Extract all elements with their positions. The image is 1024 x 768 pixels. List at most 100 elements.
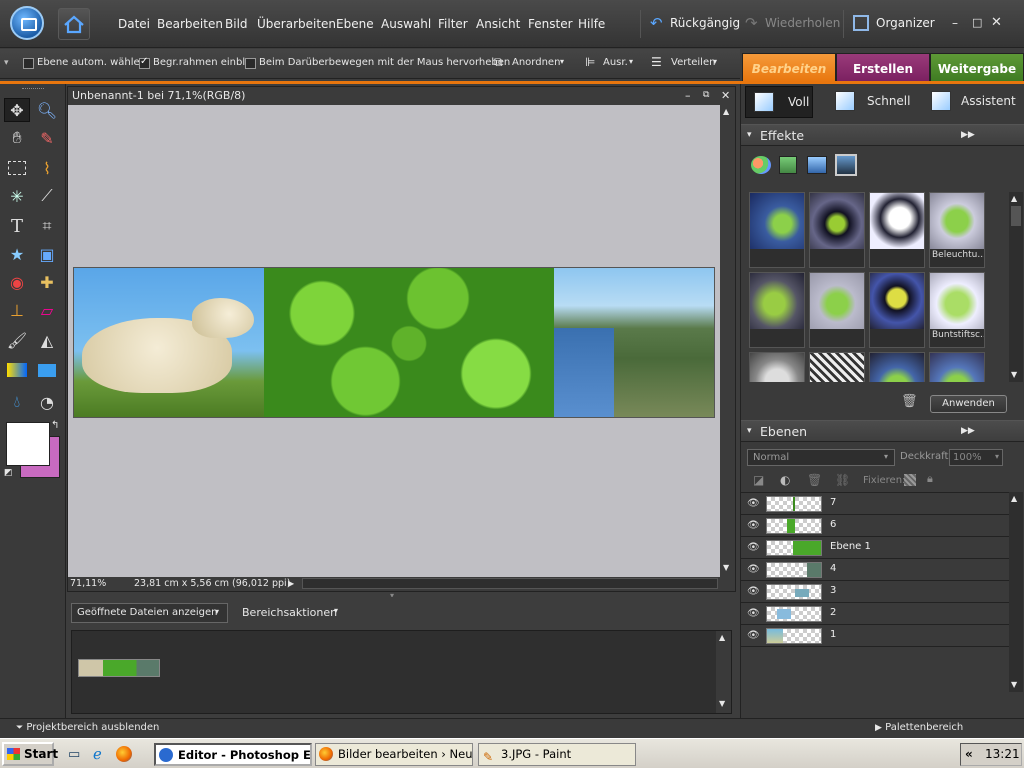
- canvas-area[interactable]: [68, 105, 720, 577]
- effect-thumb[interactable]: [929, 352, 985, 382]
- doc-minimize-button[interactable]: –: [685, 87, 691, 104]
- lock-all-icon[interactable]: 🔒︎: [927, 472, 933, 486]
- menu-bild[interactable]: Bild: [225, 17, 248, 31]
- crop-tool-icon[interactable]: ⌗: [34, 214, 60, 238]
- type-tool-icon[interactable]: T: [4, 214, 30, 238]
- align-dropdown[interactable]: ⊫ Ausr. ▾: [585, 55, 641, 73]
- statusbar-menu-arrow-icon[interactable]: ▶: [288, 577, 294, 590]
- layer-row[interactable]: 👁︎ 2: [741, 603, 1009, 625]
- guided-edit-button[interactable]: Assistent: [929, 86, 1021, 118]
- task-firefox-window[interactable]: Bilder bearbeiten › Neue...: [315, 743, 473, 766]
- internet-explorer-icon[interactable]: ℯ: [93, 745, 102, 763]
- eye-icon[interactable]: 👁︎: [747, 630, 760, 642]
- foreground-color-swatch[interactable]: [6, 422, 50, 466]
- quick-selection-tool-icon[interactable]: ⟋: [34, 184, 60, 208]
- eye-icon[interactable]: 👁︎: [747, 498, 760, 510]
- recompose-tool-icon[interactable]: ▣: [34, 242, 60, 266]
- effect-thumb[interactable]: [809, 352, 865, 382]
- task-paint-window[interactable]: ✎ 3.JPG - Paint: [478, 743, 636, 766]
- hover-highlight-checkbox[interactable]: [245, 58, 256, 69]
- healing-brush-tool-icon[interactable]: ✚: [34, 270, 60, 294]
- tab-bearbeiten[interactable]: Bearbeiten: [742, 53, 836, 83]
- eraser-tool-icon[interactable]: ▱: [34, 298, 60, 322]
- toggle-palette-bin-button[interactable]: ▶ Palettenbereich: [875, 722, 963, 733]
- layer-row[interactable]: 👁︎ 4: [741, 559, 1009, 581]
- shape-tool-icon[interactable]: [34, 358, 60, 382]
- home-button[interactable]: [58, 8, 90, 40]
- scroll-up-icon[interactable]: ▲: [723, 107, 729, 116]
- effect-thumb-beleuchtung[interactable]: Beleuchtu...: [929, 192, 985, 268]
- eye-icon[interactable]: 👁︎: [747, 542, 760, 554]
- arrange-dropdown[interactable]: ⧉ Anordnen ▾: [494, 55, 570, 73]
- panel-menu-icon[interactable]: ▶▶: [961, 125, 975, 146]
- canvas-horizontal-scrollbar[interactable]: [302, 578, 718, 589]
- brush-tool-icon[interactable]: 🖌︎: [4, 328, 30, 352]
- toolbox-grip[interactable]: [22, 88, 44, 90]
- layers-scrollbar[interactable]: ▲ ▼: [1009, 492, 1023, 692]
- link-layers-icon[interactable]: ⛓︎: [835, 473, 850, 487]
- scroll-up-icon[interactable]: ▲: [1011, 194, 1017, 203]
- zoom-tool-icon[interactable]: 🔍︎: [34, 98, 60, 122]
- layer-row[interactable]: 👁︎ 7: [741, 493, 1009, 515]
- all-effects-category-icon[interactable]: [835, 154, 857, 176]
- sponge-tool-icon[interactable]: ◔: [34, 390, 60, 414]
- scroll-down-icon[interactable]: ▼: [723, 563, 729, 572]
- effect-thumb[interactable]: [749, 272, 805, 348]
- eye-icon[interactable]: 👁︎: [747, 520, 760, 532]
- project-bin-thumbnail[interactable]: [78, 659, 160, 677]
- doc-restore-button[interactable]: ⧉: [703, 87, 709, 104]
- eye-icon[interactable]: 👁︎: [747, 564, 760, 576]
- zoom-level[interactable]: 71,11%: [70, 577, 106, 590]
- task-photoshop-editor[interactable]: Editor - Photoshop Ele...: [154, 743, 312, 766]
- move-tool-icon[interactable]: ✥: [4, 98, 30, 122]
- tab-erstellen[interactable]: Erstellen: [836, 53, 930, 83]
- layer-styles-category-icon[interactable]: [779, 156, 797, 174]
- expand-tray-icon[interactable]: «: [965, 744, 973, 765]
- layer-row[interactable]: 👁︎ Ebene 1: [741, 537, 1009, 559]
- minimize-button[interactable]: –: [952, 16, 958, 30]
- menu-ueberarbeiten[interactable]: Überarbeiten: [257, 17, 336, 31]
- effects-scrollbar[interactable]: ▲ ▼: [1009, 192, 1023, 382]
- blur-tool-icon[interactable]: 💧︎: [4, 390, 30, 414]
- clone-stamp-tool-icon[interactable]: ⊥: [4, 298, 30, 322]
- scroll-down-icon[interactable]: ▼: [1011, 370, 1017, 379]
- filters-category-icon[interactable]: [751, 156, 771, 174]
- show-desktop-icon[interactable]: ▭: [68, 747, 80, 762]
- default-colors-icon[interactable]: ◩: [4, 468, 13, 478]
- panel-menu-icon[interactable]: ▶▶: [961, 421, 975, 442]
- effect-thumb[interactable]: [809, 192, 865, 268]
- effect-thumb[interactable]: [749, 192, 805, 268]
- scroll-up-icon[interactable]: ▲: [719, 633, 725, 642]
- close-button[interactable]: ✕: [991, 15, 1002, 30]
- layer-row[interactable]: 👁︎ 6: [741, 515, 1009, 537]
- lock-transparency-icon[interactable]: [904, 474, 916, 486]
- full-edit-button[interactable]: Voll: [745, 86, 813, 118]
- marquee-tool-icon[interactable]: [4, 156, 30, 180]
- bounding-box-checkbox[interactable]: [139, 56, 150, 69]
- menu-auswahl[interactable]: Auswahl: [381, 17, 431, 31]
- magic-wand-tool-icon[interactable]: ✳: [4, 184, 30, 208]
- effects-panel-header[interactable]: ▾ Effekte ▶▶: [741, 124, 1024, 146]
- swap-colors-icon[interactable]: ↰: [51, 420, 59, 431]
- adjustment-layer-icon[interactable]: ◐: [780, 473, 790, 487]
- effect-thumb[interactable]: [869, 192, 925, 268]
- document-titlebar[interactable]: Unbenannt-1 bei 71,1%(RGB/8) – ⧉ ✕: [68, 87, 735, 105]
- options-menu-arrow-icon[interactable]: ▾: [4, 58, 9, 68]
- scroll-down-icon[interactable]: ▼: [719, 699, 725, 708]
- layer-row[interactable]: 👁︎ 1: [741, 625, 1009, 647]
- trash-icon[interactable]: 🗑︎: [901, 394, 918, 409]
- paint-bucket-tool-icon[interactable]: ◭: [34, 328, 60, 352]
- photo-effects-category-icon[interactable]: [807, 156, 827, 174]
- distribute-dropdown[interactable]: ☰ Verteilen ▾: [651, 55, 731, 73]
- auto-select-checkbox[interactable]: [23, 58, 34, 69]
- menu-bearbeiten[interactable]: Bearbeiten: [157, 17, 223, 31]
- scroll-up-icon[interactable]: ▲: [1011, 494, 1017, 503]
- quick-edit-button[interactable]: Schnell: [833, 86, 913, 118]
- red-eye-tool-icon[interactable]: ◉: [4, 270, 30, 294]
- tab-weitergabe[interactable]: Weitergabe: [930, 53, 1024, 83]
- gradient-tool-icon[interactable]: [4, 358, 30, 382]
- project-bin-scrollbar[interactable]: ▲ ▼: [716, 631, 731, 713]
- open-files-dropdown[interactable]: Geöffnete Dateien anzeigen ▾: [71, 603, 228, 623]
- menu-datei[interactable]: Datei: [118, 17, 150, 31]
- effect-thumb[interactable]: [869, 352, 925, 382]
